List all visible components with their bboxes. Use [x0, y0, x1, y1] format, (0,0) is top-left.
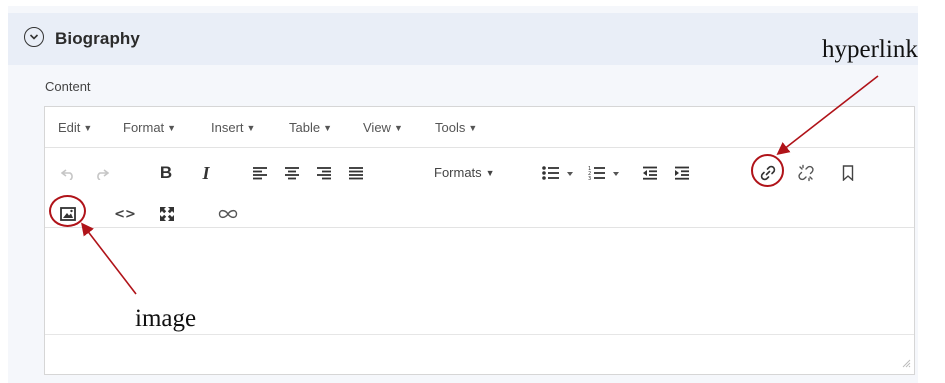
hyperlink-annotation-label: hyperlink	[822, 36, 918, 63]
image-annotation-label: image	[135, 305, 197, 332]
image-arrow	[81, 222, 137, 295]
hyperlink-arrow	[776, 75, 879, 155]
